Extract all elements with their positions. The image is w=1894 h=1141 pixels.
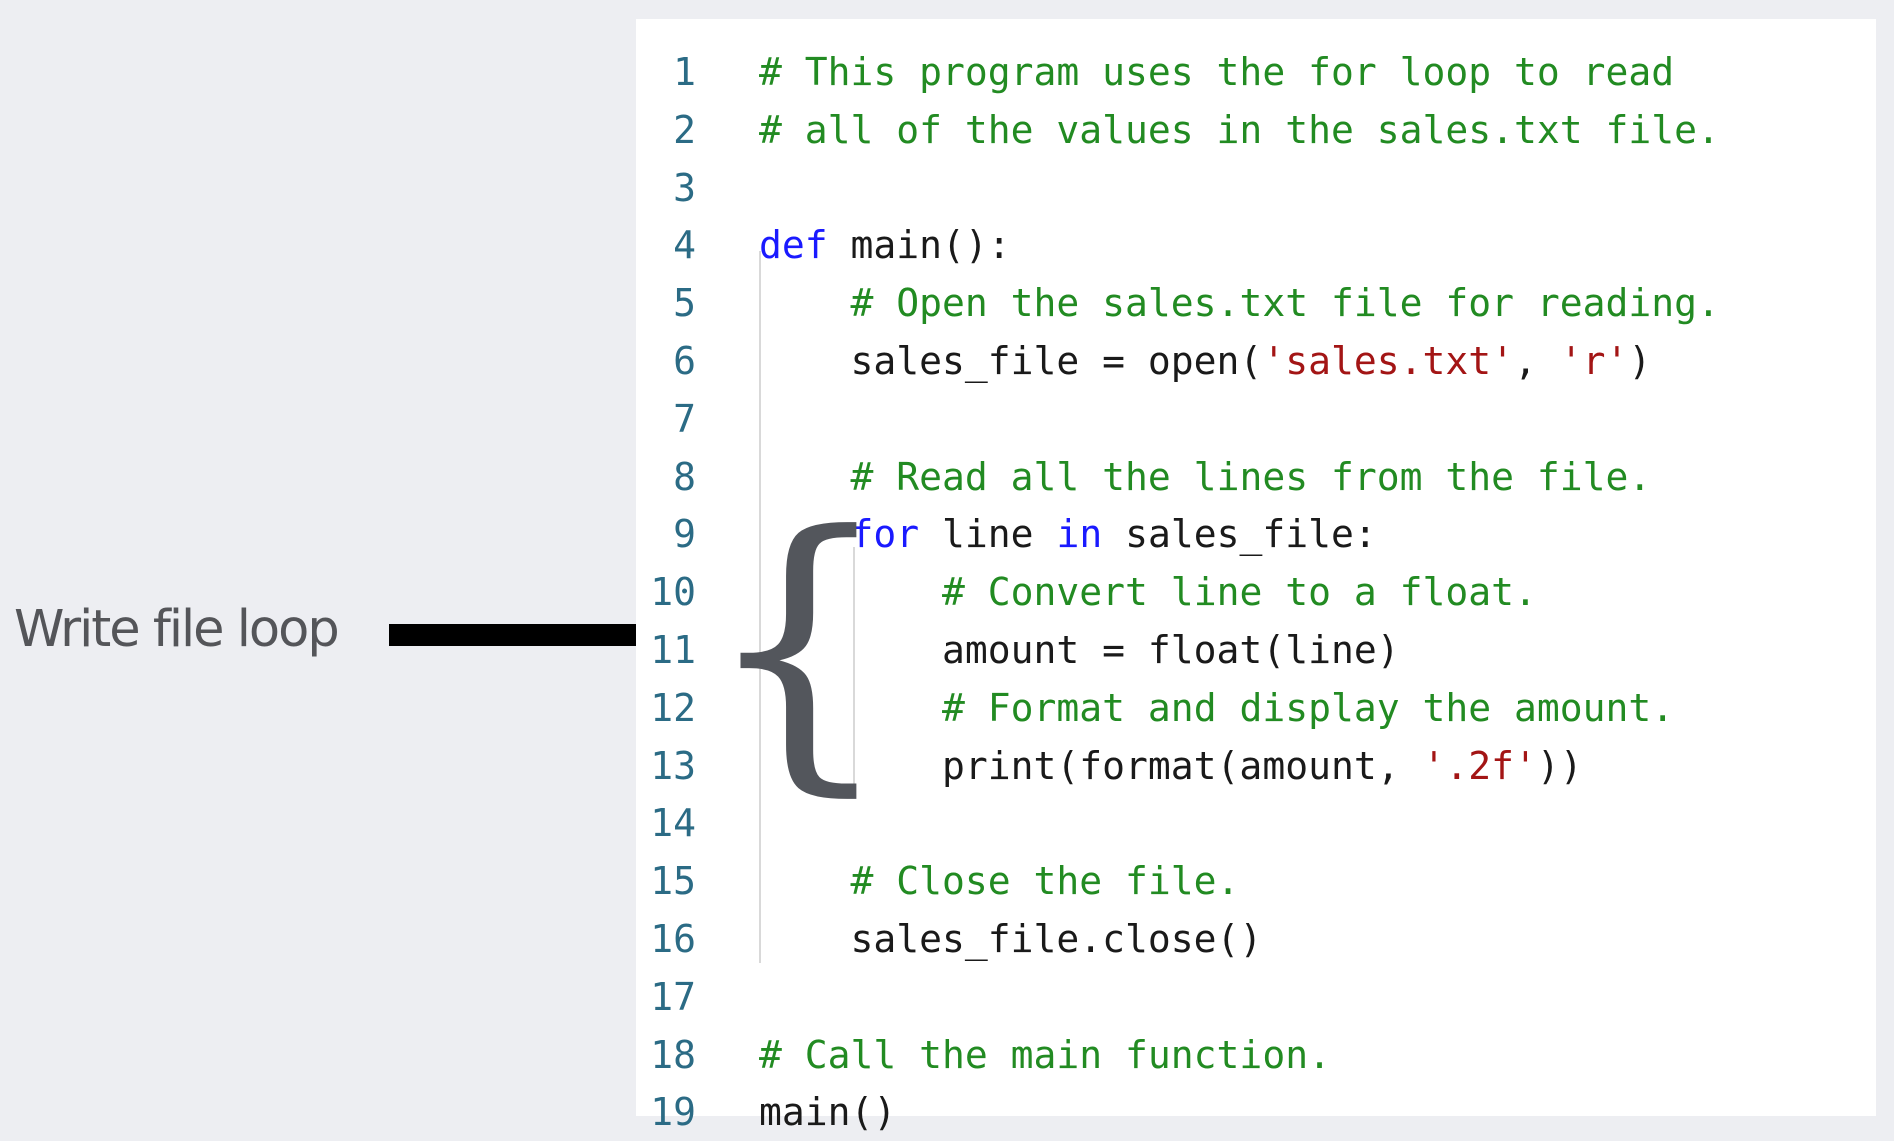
code-line: 5 # Open the sales.txt file for reading.	[636, 274, 1876, 332]
code-token-comment: # Open the sales.txt file for reading.	[850, 281, 1720, 326]
line-number: 14	[650, 801, 696, 846]
line-number: 19	[650, 1090, 696, 1135]
line-code: # Open the sales.txt file for reading.	[759, 274, 1720, 332]
line-code: sales_file = open('sales.txt', 'r')	[759, 332, 1652, 390]
line-number: 10	[650, 570, 696, 615]
annotation-label: Write file loop	[14, 600, 340, 659]
line-number: 4	[673, 223, 696, 268]
line-number: 15	[650, 859, 696, 904]
code-token-string: 'sales.txt'	[1262, 339, 1514, 383]
code-token-plain: ,	[1514, 339, 1560, 383]
code-token-keyword: def	[759, 223, 828, 268]
page: { "annotation": { "label": "Write file l…	[0, 0, 1894, 1134]
code-token-string: '.2f'	[1422, 743, 1537, 788]
code-line: 4 def main():	[636, 216, 1876, 274]
code-token-plain: main():	[827, 223, 1011, 268]
line-code: # Close the file.	[759, 852, 1240, 910]
code-token-plain: )	[1628, 339, 1652, 383]
annotation-pointer-bar	[389, 624, 649, 646]
line-number: 9	[673, 512, 696, 557]
line-number: 5	[673, 281, 696, 326]
code-line: 18 # Call the main function.	[636, 1026, 1876, 1084]
loop-brace-icon: {	[703, 472, 894, 821]
code-line: 16 sales_file.close()	[636, 910, 1876, 968]
code-token-plain: sales_file = open(	[759, 339, 1263, 383]
code-token-plain: ))	[1536, 743, 1583, 788]
line-number: 7	[673, 396, 696, 441]
code-token-comment: # This program uses the for loop to read	[759, 50, 1675, 94]
line-code: def main():	[759, 216, 1011, 274]
code-token-comment: # Read all the lines from the file.	[850, 454, 1652, 499]
line-number: 11	[650, 628, 696, 672]
code-line: 1 # This program uses the for loop to rea…	[636, 43, 1876, 101]
code-token-plain: sales_file.close()	[759, 917, 1263, 961]
code-line: 3	[636, 159, 1876, 217]
code-token-plain: line	[919, 512, 1057, 557]
code-line: 2 # all of the values in the sales.txt fi…	[636, 101, 1876, 159]
line-number: 3	[673, 165, 696, 210]
line-code: # This program uses the for loop to read	[759, 43, 1674, 101]
line-number: 16	[650, 917, 696, 961]
code-token-string: 'r'	[1559, 339, 1629, 383]
line-number: 12	[650, 685, 696, 730]
code-token-plain: sales_file:	[1102, 512, 1377, 557]
code-token-comment: # Format and display the amount.	[942, 685, 1675, 730]
code-token-comment: # all of the values in the sales.txt fil…	[759, 107, 1720, 152]
line-number: 18	[650, 1032, 696, 1077]
code-token-comment: # Call the main function.	[759, 1032, 1331, 1077]
line-code: main()	[759, 1083, 896, 1141]
line-number: 8	[673, 454, 696, 499]
line-number: 6	[673, 339, 696, 383]
line-number: 17	[650, 974, 696, 1019]
code-line: 17	[636, 968, 1876, 1026]
line-number: 2	[673, 107, 696, 152]
line-code: # Call the main function.	[759, 1026, 1331, 1084]
code-token-comment: # Close the file.	[850, 859, 1240, 904]
line-code: # Format and display the amount.	[759, 679, 1674, 737]
code-token-comment: # Convert line to a float.	[942, 570, 1537, 615]
line-number: 13	[650, 743, 696, 788]
code-line: 7	[636, 390, 1876, 448]
line-code: sales_file.close()	[759, 910, 1263, 968]
line-number: 1	[673, 50, 696, 94]
line-code: # all of the values in the sales.txt fil…	[759, 101, 1720, 159]
code-line: 15 # Close the file.	[636, 852, 1876, 910]
code-line: 6 sales_file = open('sales.txt', 'r')	[636, 332, 1876, 390]
code-token-keyword: in	[1056, 512, 1103, 557]
code-line: 19 main()	[636, 1083, 1876, 1141]
